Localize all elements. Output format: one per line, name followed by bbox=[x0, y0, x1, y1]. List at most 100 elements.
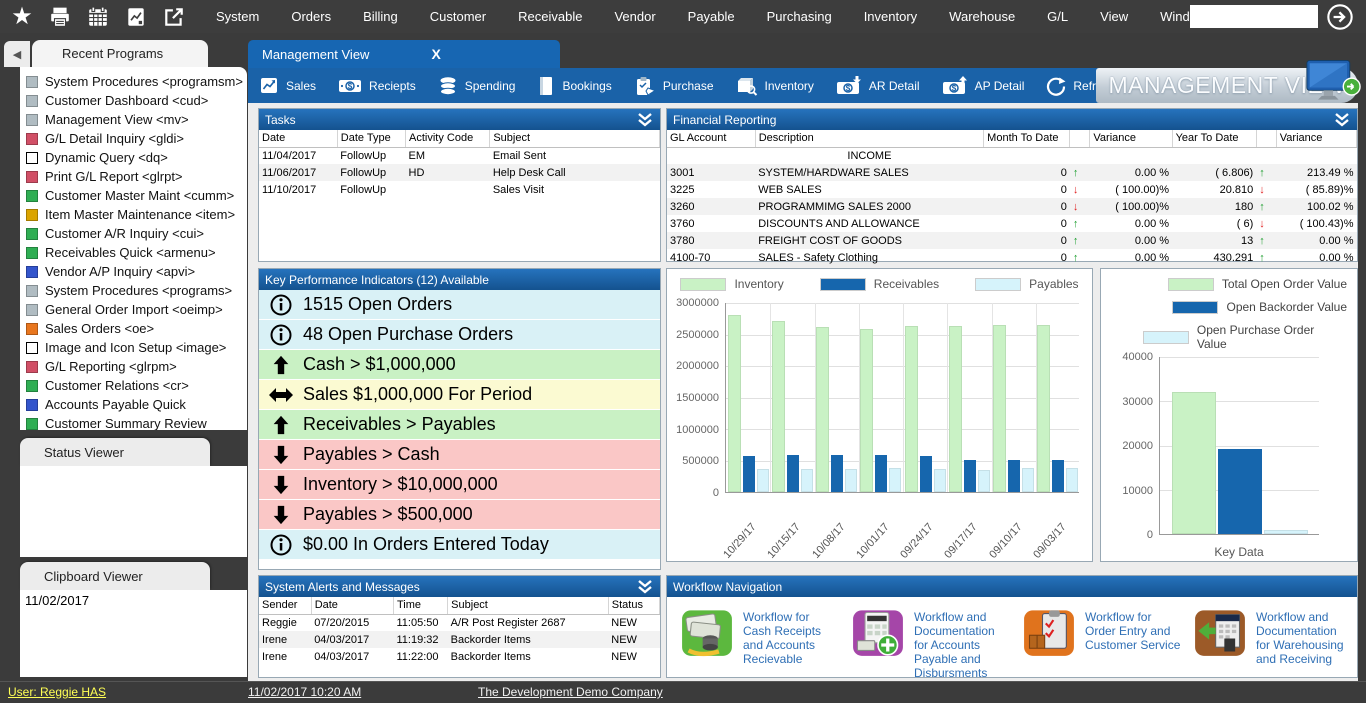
toolbar-button-ar-detail[interactable]: $AR Detail bbox=[825, 68, 931, 103]
recent-program-item[interactable]: Customer Dashboard <cud> bbox=[24, 91, 247, 110]
tab-management-view[interactable]: Management View X bbox=[248, 40, 560, 68]
statusbar-company-link[interactable]: The Development Demo Company bbox=[478, 685, 663, 699]
financial-row[interactable]: 4100-70SALES - Safety Clothing0↑0.00 %43… bbox=[667, 249, 1357, 266]
financial-row[interactable]: 3260PROGRAMMIMG SALES 20000↓( 100.00)%18… bbox=[667, 198, 1357, 215]
recent-program-item[interactable]: Management View <mv> bbox=[24, 110, 247, 129]
clipboard-viewer-tab[interactable]: Clipboard Viewer bbox=[20, 562, 210, 590]
recent-program-item[interactable]: G/L Detail Inquiry <gldi> bbox=[24, 129, 247, 148]
print-icon[interactable] bbox=[48, 5, 72, 29]
menu-item-customer[interactable]: Customer bbox=[414, 0, 502, 33]
recent-program-item[interactable]: Vendor A/P Inquiry <apvi> bbox=[24, 262, 247, 281]
workflow-item[interactable]: Workflow and Documentation for Warehousi… bbox=[1192, 606, 1353, 666]
table-row[interactable]: Irene04/03/201711:19:32Backorder ItemsNE… bbox=[259, 631, 660, 648]
search-input[interactable] bbox=[1190, 5, 1318, 28]
statusbar-datetime-link[interactable]: 11/02/2017 10:20 AM bbox=[248, 685, 361, 699]
column-header[interactable]: Variance bbox=[1090, 130, 1172, 147]
recent-program-item[interactable]: Item Master Maintenance <item> bbox=[24, 205, 247, 224]
column-header[interactable]: Subject bbox=[448, 597, 609, 614]
toolbar-button-purchase[interactable]: Purchase bbox=[623, 68, 725, 103]
table-row[interactable]: Reggie07/20/201511:05:50A/R Post Registe… bbox=[259, 614, 660, 631]
collapse-sidebar-icon[interactable]: ◀ bbox=[4, 41, 30, 67]
menu-item-orders[interactable]: Orders bbox=[275, 0, 347, 33]
financial-row[interactable]: 3001SYSTEM/HARDWARE SALES0↑0.00 %( 6.806… bbox=[667, 164, 1357, 181]
workflow-item[interactable]: Workflow for Cash Receipts and Accounts … bbox=[679, 606, 840, 666]
column-header[interactable]: Description bbox=[755, 130, 983, 147]
recent-program-item[interactable]: G/L Reporting <glrpm> bbox=[24, 357, 247, 376]
column-header[interactable] bbox=[1256, 130, 1276, 147]
recent-program-item[interactable]: Customer A/R Inquiry <cui> bbox=[24, 224, 247, 243]
status-viewer-tab[interactable]: Status Viewer bbox=[20, 438, 210, 466]
recent-program-item[interactable]: Print G/L Report <glrpt> bbox=[24, 167, 247, 186]
favorites-star-icon[interactable]: ★ bbox=[10, 5, 34, 29]
kpi-item[interactable]: $0.00 In Orders Entered Today bbox=[259, 530, 660, 559]
toolbar-button-inventory[interactable]: Inventory bbox=[725, 68, 825, 103]
report-icon[interactable] bbox=[124, 5, 148, 29]
column-header[interactable] bbox=[1070, 130, 1090, 147]
menu-item-system[interactable]: System bbox=[200, 0, 275, 33]
table-row[interactable]: Irene04/03/201711:22:00Backorder ItemsNE… bbox=[259, 648, 660, 665]
toolbar-button-sales[interactable]: Sales bbox=[248, 68, 327, 103]
tasks-collapse-chevron-icon[interactable] bbox=[636, 113, 654, 127]
recent-program-item[interactable]: Sales Orders <oe> bbox=[24, 319, 247, 338]
recent-program-item[interactable]: System Procedures <programs> bbox=[24, 281, 247, 300]
open-window-icon[interactable] bbox=[162, 5, 186, 29]
workflow-item[interactable]: Workflow and Documentation for Accounts … bbox=[850, 606, 1011, 680]
workflow-item[interactable]: Workflow for Order Entry and Customer Se… bbox=[1021, 606, 1182, 663]
close-tab-icon[interactable]: X bbox=[431, 46, 440, 62]
table-row[interactable]: 11/10/2017FollowUpSales Visit bbox=[259, 181, 660, 198]
column-header[interactable]: Status bbox=[608, 597, 659, 614]
statusbar-user-link[interactable]: User: Reggie HAS bbox=[8, 685, 106, 699]
kpi-item[interactable]: Payables > $500,000 bbox=[259, 500, 660, 529]
recent-program-item[interactable]: Image and Icon Setup <image> bbox=[24, 338, 247, 357]
kpi-item[interactable]: Cash > $1,000,000 bbox=[259, 350, 660, 379]
menu-item-payable[interactable]: Payable bbox=[672, 0, 751, 33]
menu-item-purchasing[interactable]: Purchasing bbox=[751, 0, 848, 33]
column-header[interactable]: Date bbox=[259, 130, 337, 147]
recent-program-item[interactable]: Customer Master Maint <cumm> bbox=[24, 186, 247, 205]
menu-item-receivable[interactable]: Receivable bbox=[502, 0, 598, 33]
menu-item-vendor[interactable]: Vendor bbox=[598, 0, 671, 33]
toolbar-button-spending[interactable]: Spending bbox=[427, 68, 527, 103]
alerts-collapse-chevron-icon[interactable] bbox=[636, 580, 654, 594]
financial-row[interactable]: 3225WEB SALES0↓( 100.00)%20.810↓( 85.89)… bbox=[667, 181, 1357, 198]
table-row[interactable]: 11/04/2017FollowUpEMEmail Sent bbox=[259, 147, 660, 164]
column-header[interactable]: Sender bbox=[259, 597, 311, 614]
column-header[interactable]: Month To Date bbox=[984, 130, 1070, 147]
column-header[interactable]: Date bbox=[311, 597, 393, 614]
menu-item-warehouse[interactable]: Warehouse bbox=[933, 0, 1031, 33]
column-header[interactable]: Time bbox=[393, 597, 447, 614]
menu-item-billing[interactable]: Billing bbox=[347, 0, 414, 33]
recent-program-item[interactable]: Dynamic Query <dq> bbox=[24, 148, 247, 167]
column-header[interactable]: Subject bbox=[490, 130, 660, 147]
kpi-item[interactable]: Payables > Cash bbox=[259, 440, 660, 469]
recent-program-item[interactable]: Customer Relations <cr> bbox=[24, 376, 247, 395]
menu-item-gl[interactable]: G/L bbox=[1031, 0, 1084, 33]
column-header[interactable]: Year To Date bbox=[1172, 130, 1256, 147]
table-row[interactable]: 11/06/2017FollowUpHDHelp Desk Call bbox=[259, 164, 660, 181]
kpi-item[interactable]: Sales $1,000,000 For Period bbox=[259, 380, 660, 409]
kpi-item[interactable]: Inventory > $10,000,000 bbox=[259, 470, 660, 499]
recent-program-item[interactable]: Customer Summary Review bbox=[24, 414, 247, 430]
recent-programs-tab[interactable]: Recent Programs bbox=[32, 40, 208, 67]
remote-desktop-icon[interactable] bbox=[1305, 58, 1361, 104]
column-header[interactable]: Activity Code bbox=[406, 130, 490, 147]
column-header[interactable]: GL Account bbox=[667, 130, 755, 147]
recent-program-item[interactable]: Receivables Quick <armenu> bbox=[24, 243, 247, 262]
financial-row[interactable]: 3780FREIGHT COST OF GOODS0↑0.00 %13↑0.00… bbox=[667, 232, 1357, 249]
financial-collapse-chevron-icon[interactable] bbox=[1333, 113, 1351, 127]
kpi-item[interactable]: Receivables > Payables bbox=[259, 410, 660, 439]
column-header[interactable]: Date Type bbox=[337, 130, 405, 147]
menu-item-inventory[interactable]: Inventory bbox=[848, 0, 933, 33]
kpi-item[interactable]: 1515 Open Orders bbox=[259, 290, 660, 319]
toolbar-button-bookings[interactable]: Bookings bbox=[526, 68, 622, 103]
toolbar-button-reciepts[interactable]: $Reciepts bbox=[327, 68, 427, 103]
toolbar-button-ap-detail[interactable]: $AP Detail bbox=[931, 68, 1036, 103]
financial-row[interactable]: 3760DISCOUNTS AND ALLOWANCE0↑0.00 %( 6)↓… bbox=[667, 215, 1357, 232]
recent-program-item[interactable]: System Procedures <programsm> bbox=[24, 72, 247, 91]
recent-program-item[interactable]: Accounts Payable Quick bbox=[24, 395, 247, 414]
recent-program-item[interactable]: General Order Import <oeimp> bbox=[24, 300, 247, 319]
calendar-icon[interactable] bbox=[86, 5, 110, 29]
kpi-item[interactable]: 48 Open Purchase Orders bbox=[259, 320, 660, 349]
menu-item-view[interactable]: View bbox=[1084, 0, 1144, 33]
search-go-icon[interactable] bbox=[1326, 3, 1354, 31]
